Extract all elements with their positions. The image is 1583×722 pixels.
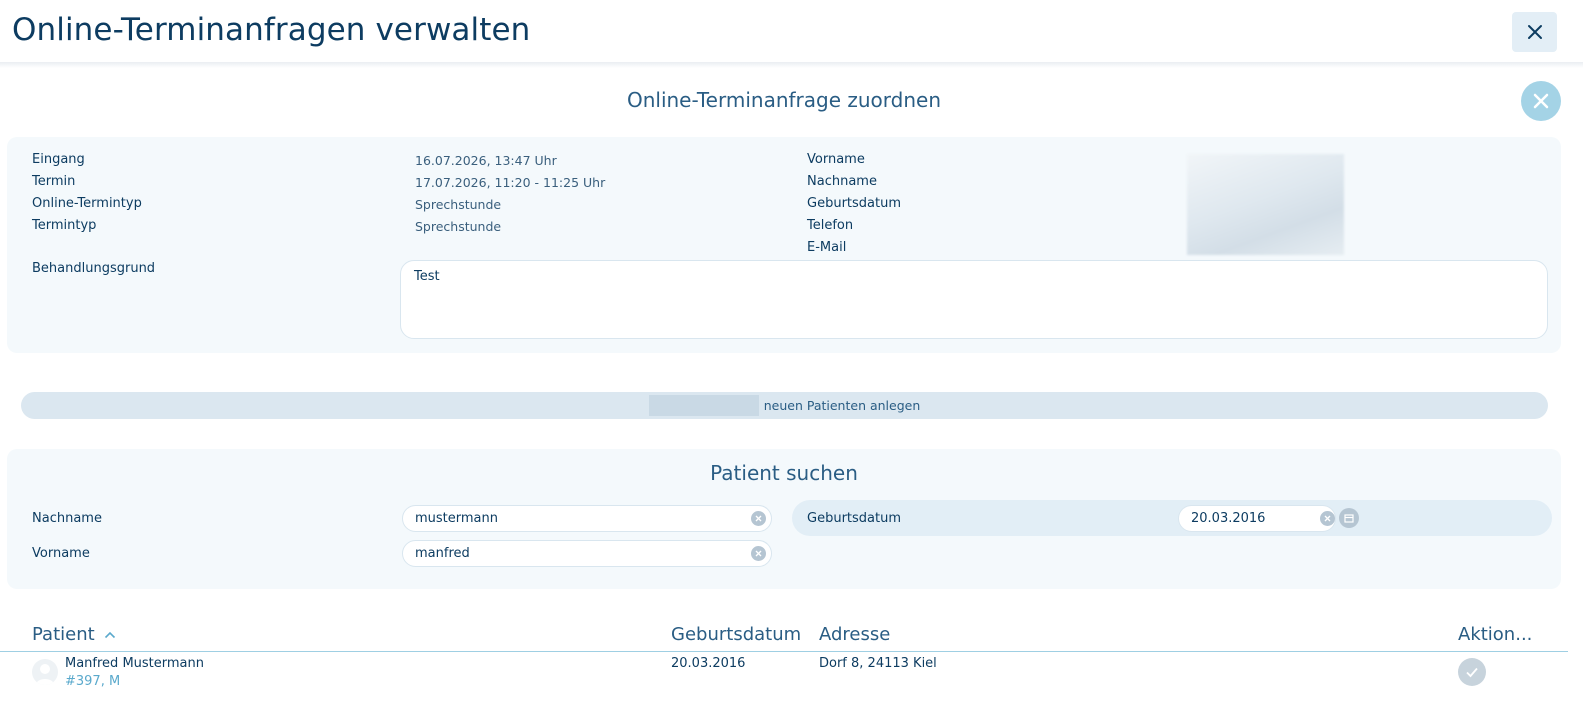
label-email: E-Mail (807, 240, 847, 255)
search-geburtsdatum-value: 20.03.2016 (1191, 511, 1266, 526)
row-adresse: Dorf 8, 24113 Kiel (819, 656, 937, 671)
value-eingang: 16.07.2026, 13:47 Uhr (415, 153, 557, 168)
label-behandlungsgrund: Behandlungsgrund (32, 261, 156, 276)
search-geburtsdatum-input[interactable]: 20.03.2016 (1178, 505, 1336, 532)
redacted-name-chip (648, 395, 759, 416)
label-eingang: Eingang (32, 152, 85, 167)
search-vorname-value: manfred (415, 546, 470, 561)
row-patient-sub: #397, M (65, 674, 121, 689)
column-header-geburtsdatum[interactable]: Geburtsdatum (671, 624, 801, 645)
calendar-icon[interactable] (1339, 508, 1359, 528)
search-nachname-value: mustermann (415, 511, 498, 526)
column-header-patient-label: Patient (32, 624, 95, 645)
clear-icon[interactable] (751, 511, 766, 526)
value-termin: 17.07.2026, 11:20 - 11:25 Uhr (415, 175, 606, 190)
column-header-patient[interactable]: Patient (32, 624, 116, 645)
label-geburtsdatum: Geburtsdatum (807, 196, 901, 211)
new-patient-label: neuen Patienten anlegen (763, 398, 921, 413)
person-avatar-icon (32, 659, 58, 685)
clear-icon[interactable] (751, 546, 766, 561)
label-telefon: Telefon (807, 218, 854, 233)
label-termin: Termin (32, 174, 76, 189)
behandlungsgrund-textarea[interactable]: Test (400, 260, 1548, 339)
window-close-button[interactable] (1512, 12, 1557, 52)
row-patient-name[interactable]: Manfred Mustermann (65, 656, 204, 671)
label-nachname: Nachname (807, 174, 877, 189)
clear-icon[interactable] (1320, 511, 1335, 526)
search-nachname-input[interactable]: mustermann (402, 505, 772, 532)
new-patient-button[interactable]: neuen Patienten anlegen (21, 392, 1548, 419)
dialog-title: Online-Terminanfrage zuordnen (626, 88, 942, 112)
search-nachname-label: Nachname (32, 511, 102, 526)
header-divider (0, 62, 1583, 68)
window-title: Online-Terminanfragen verwalten (12, 12, 531, 48)
search-title: Patient suchen (710, 461, 858, 485)
dialog-close-button[interactable] (1521, 81, 1561, 121)
close-circle-icon (1533, 93, 1549, 109)
table-header-divider (0, 651, 1568, 652)
label-online-termintyp: Online-Termintyp (32, 196, 142, 211)
column-header-adresse[interactable]: Adresse (819, 624, 890, 645)
value-termintyp: Sprechstunde (415, 219, 502, 234)
search-vorname-input[interactable]: manfred (402, 540, 772, 567)
label-vorname: Vorname (807, 152, 865, 167)
value-online-termintyp: Sprechstunde (415, 197, 502, 212)
assign-button[interactable] (1458, 658, 1486, 686)
search-geburtsdatum-label: Geburtsdatum (807, 511, 901, 526)
row-geburtsdatum: 20.03.2016 (671, 656, 746, 671)
column-header-aktion[interactable]: Aktion... (1458, 624, 1532, 645)
close-icon (1527, 25, 1542, 39)
chevron-up-icon (105, 631, 116, 639)
page: Online-Terminanfragen verwalten Online-T… (0, 0, 1583, 722)
search-geburtsdatum-row (792, 500, 1552, 536)
search-vorname-label: Vorname (32, 546, 90, 561)
redacted-personal-data (1187, 154, 1344, 255)
label-termintyp: Termintyp (32, 218, 97, 233)
checkmark-icon (1466, 667, 1478, 678)
